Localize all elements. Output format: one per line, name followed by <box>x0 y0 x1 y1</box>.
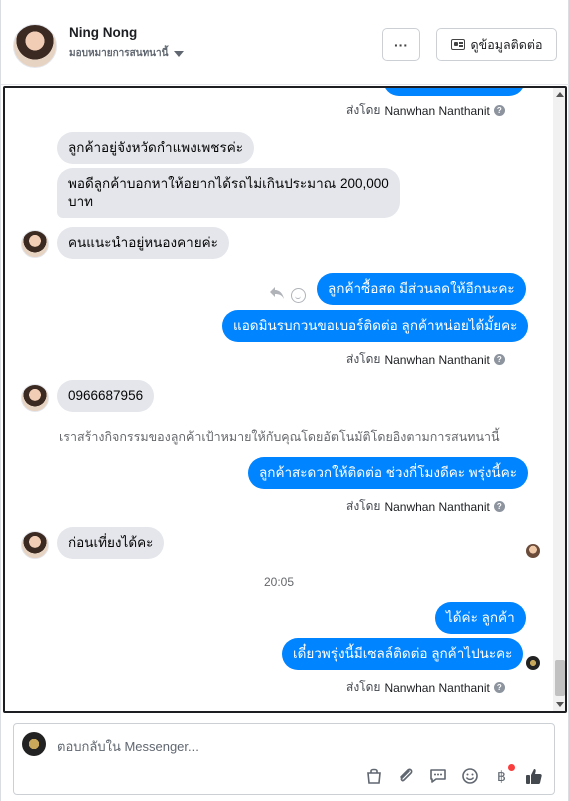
sent-by-label: ส่งโดย Nanwhan Nanthanit ? <box>346 350 505 369</box>
message-bubble-incoming[interactable]: ก่อนเที่ยงได้คะ <box>57 527 165 559</box>
scrollbar-thumb[interactable] <box>555 660 565 696</box>
reply-icon[interactable] <box>269 286 285 304</box>
contact-avatar[interactable] <box>13 24 57 68</box>
conversation-header: Ning Nong มอบหมายการสนทนานี้ ··· ดูข้อมู… <box>1 8 569 82</box>
dropdown-caret-icon <box>174 50 185 57</box>
contact-avatar-small[interactable] <box>21 384 49 412</box>
attachment-icon[interactable] <box>396 766 416 786</box>
reply-input[interactable] <box>57 736 527 756</box>
message-thread[interactable]: ส่งโดย Nanwhan Nanthanit ? ลูกค้าอยู่จัง… <box>3 86 567 713</box>
message-bubble-outgoing[interactable]: ได้ค่ะ ลูกค้า <box>435 602 526 634</box>
reply-composer: ฿ <box>13 723 555 795</box>
thread-scrollbar[interactable] <box>553 88 565 711</box>
message-bubble-outgoing[interactable]: แอดมินรบกวนขอเบอร์ติดต่อ ลูกค้าหน่อยได้ม… <box>222 310 529 342</box>
page-avatar <box>22 732 46 756</box>
view-contact-info-button[interactable]: ดูข้อมูลติดต่อ <box>436 28 557 61</box>
emoji-icon[interactable] <box>460 766 480 786</box>
message-bubble-incoming[interactable]: พอดีลูกค้าบอกหาให้อยากได้รถไม่เกินประมาณ… <box>57 168 400 218</box>
notification-dot <box>508 764 515 771</box>
message-actions <box>269 286 306 304</box>
message-bubble-outgoing[interactable]: ลูกค้าซื้อสด มีส่วนลดให้อีกนะคะ <box>317 273 526 305</box>
info-icon[interactable]: ? <box>493 354 505 365</box>
shop-icon[interactable] <box>364 766 384 786</box>
svg-text:฿: ฿ <box>497 769 506 785</box>
more-icon: ··· <box>394 36 408 53</box>
info-icon[interactable]: ? <box>493 105 505 116</box>
system-note: เราสร้างกิจกรรมของลูกค้าเป้าหมายให้กับคุ… <box>59 430 500 444</box>
saved-replies-icon[interactable] <box>428 766 448 786</box>
contact-name[interactable]: Ning Nong <box>69 25 137 40</box>
contact-card-icon <box>450 39 465 50</box>
scroll-up-arrow-icon[interactable] <box>556 92 564 97</box>
info-icon[interactable]: ? <box>493 682 505 693</box>
more-options-button[interactable]: ··· <box>382 28 420 61</box>
seen-indicator-page-avatar <box>526 656 540 670</box>
composer-toolbar: ฿ <box>364 764 544 786</box>
time-divider: 20:05 <box>263 575 295 589</box>
payment-icon[interactable]: ฿ <box>492 764 515 786</box>
assign-conversation-dropdown[interactable]: มอบหมายการสนทนานี้ <box>69 46 185 61</box>
contact-avatar-small[interactable] <box>21 230 49 258</box>
info-icon[interactable]: ? <box>493 501 505 512</box>
scroll-down-arrow-icon[interactable] <box>556 702 564 707</box>
messenger-panel: Ning Nong มอบหมายการสนทนานี้ ··· ดูข้อมู… <box>0 0 569 801</box>
contact-avatar-small[interactable] <box>21 531 49 559</box>
like-icon[interactable] <box>524 766 544 786</box>
message-bubble-incoming[interactable]: ลูกค้าอยู่จังหวัดกำแพงเพชรค่ะ <box>57 132 254 164</box>
message-bubble-outgoing[interactable]: เดี๋ยวพรุ่งนี้มีเซลล์ติดต่อ ลูกค้าไปนะคะ <box>282 638 524 670</box>
message-bubble-incoming[interactable]: 0966687956 <box>57 380 155 412</box>
emoji-icon[interactable] <box>291 287 306 303</box>
message-bubble-outgoing[interactable]: ลูกค้าสะดวกให้ติดต่อ ช่วงกี่โมงดีคะ พรุ่… <box>248 457 529 489</box>
header-divider <box>1 84 569 85</box>
assign-label: มอบหมายการสนทนานี้ <box>69 48 169 59</box>
view-contact-info-label: ดูข้อมูลติดต่อ <box>470 37 543 52</box>
message-bubble-incoming[interactable]: คนแนะนำอยู่หนองคายค่ะ <box>57 227 229 259</box>
seen-indicator-avatar <box>526 544 540 558</box>
sent-by-label: ส่งโดย Nanwhan Nanthanit ? <box>346 678 505 697</box>
sent-by-label: ส่งโดย Nanwhan Nanthanit ? <box>346 101 505 120</box>
message-bubble-outgoing-partial[interactable] <box>383 88 525 96</box>
sent-by-label: ส่งโดย Nanwhan Nanthanit ? <box>346 497 505 516</box>
